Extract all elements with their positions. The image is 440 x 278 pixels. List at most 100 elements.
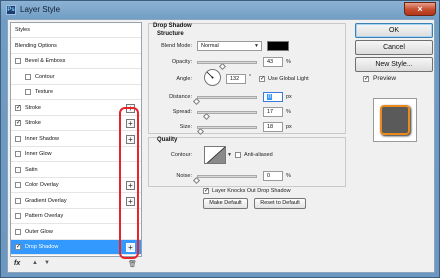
- size-label: Size:: [179, 124, 192, 130]
- move-up-icon[interactable]: ▲: [32, 260, 38, 266]
- style-item-checkbox[interactable]: [15, 151, 21, 157]
- use-global-light-checkbox[interactable]: ✓: [259, 76, 265, 82]
- style-item-checkbox[interactable]: [15, 166, 21, 173]
- blend-mode-select[interactable]: Normal ▼: [197, 41, 262, 51]
- cancel-button[interactable]: Cancel: [355, 40, 433, 55]
- shadow-color-swatch[interactable]: [267, 41, 289, 51]
- preview-checkbox[interactable]: ✓: [363, 76, 369, 82]
- style-item-label: Blending Options: [15, 42, 57, 49]
- style-item-label: Styles: [15, 27, 30, 33]
- noise-input[interactable]: 0: [263, 171, 283, 181]
- checkmark-icon: ✓: [204, 188, 210, 194]
- drop-shadow-group: Drop Shadow Structure Blend Mode: Normal…: [148, 23, 346, 136]
- angle-unit: °: [249, 74, 252, 80]
- make-default-button[interactable]: Make Default: [203, 198, 248, 209]
- style-item-label: Color Overlay: [25, 182, 59, 188]
- distance-value: 0: [267, 94, 273, 100]
- styles-list-toolbar: fx ▲ ▼ 🗑: [10, 258, 142, 272]
- photoshop-app-icon: Ps: [6, 5, 16, 15]
- window-title: Layer Style: [20, 5, 61, 14]
- preview-swatch: [380, 105, 410, 135]
- style-item-contour[interactable]: Contour: [11, 70, 141, 85]
- distance-label: Distance:: [169, 94, 192, 100]
- ok-button[interactable]: OK: [355, 23, 433, 38]
- spread-label: Spread:: [172, 109, 192, 115]
- style-item-checkbox[interactable]: [15, 135, 21, 142]
- style-item-bevel-emboss[interactable]: Bevel & Emboss: [11, 54, 141, 69]
- dialog-client-area: Styles Blending Options Bevel & Emboss Cont…: [7, 19, 435, 273]
- size-input[interactable]: 18: [263, 122, 283, 132]
- spread-unit: %: [286, 109, 291, 115]
- size-slider-thumb[interactable]: [197, 127, 205, 136]
- angle-input[interactable]: 132: [226, 74, 246, 84]
- noise-slider-track[interactable]: [197, 175, 257, 178]
- style-item-checkbox[interactable]: ✓: [15, 120, 21, 126]
- use-global-light-label: Use Global Light: [268, 76, 309, 82]
- style-item-label: Stroke: [25, 120, 41, 126]
- reset-to-default-button[interactable]: Reset to Default: [254, 198, 306, 209]
- style-item-label: Bevel & Emboss: [25, 58, 66, 64]
- opacity-unit: %: [286, 59, 291, 65]
- contour-dropdown-arrow-icon[interactable]: ▼: [227, 152, 232, 158]
- distance-unit: px: [286, 94, 292, 100]
- trash-icon[interactable]: 🗑: [128, 260, 137, 268]
- angle-label: Angle:: [176, 76, 192, 82]
- distance-slider-track[interactable]: [197, 96, 257, 99]
- checkmark-icon: ✓: [16, 104, 22, 111]
- opacity-label: Opacity:: [171, 59, 192, 65]
- style-item-label: Satin: [25, 166, 38, 173]
- preview-label: Preview: [373, 75, 397, 82]
- distance-slider-thumb[interactable]: [192, 97, 201, 106]
- angle-dial-needle: [206, 71, 214, 79]
- layer-knocks-out-checkbox[interactable]: ✓: [203, 188, 209, 194]
- style-item-checkbox[interactable]: ✓: [15, 244, 21, 250]
- style-item-styles[interactable]: Styles: [11, 23, 141, 38]
- opacity-input[interactable]: 43: [263, 57, 283, 67]
- style-item-blending-options[interactable]: Blending Options: [11, 39, 141, 54]
- drop-shadow-title: Drop Shadow: [153, 23, 192, 29]
- style-item-checkbox[interactable]: ✓: [15, 104, 22, 111]
- style-item-label: Gradient Overlay: [25, 197, 67, 204]
- highlight-annotation: [119, 107, 139, 259]
- noise-unit: %: [286, 173, 291, 179]
- contour-curve-icon: [206, 147, 225, 163]
- checkmark-icon: ✓: [16, 120, 22, 126]
- style-item-label: Contour: [35, 73, 55, 80]
- spread-slider-thumb[interactable]: [203, 112, 211, 121]
- quality-title: Quality: [157, 137, 178, 143]
- opacity-slider-track[interactable]: [197, 61, 257, 64]
- size-slider-track[interactable]: [197, 126, 257, 129]
- style-item-checkbox[interactable]: [25, 89, 31, 95]
- structure-title: Structure: [157, 31, 184, 37]
- title-bar[interactable]: Ps Layer Style ×: [1, 1, 439, 19]
- style-item-checkbox[interactable]: [15, 197, 21, 204]
- checkmark-icon: ✓: [364, 76, 370, 82]
- style-item-texture[interactable]: Texture: [11, 85, 141, 100]
- style-item-checkbox[interactable]: [15, 58, 21, 64]
- checkmark-icon: ✓: [260, 76, 266, 82]
- close-button[interactable]: ×: [404, 2, 436, 16]
- blend-mode-label: Blend Mode:: [161, 43, 192, 49]
- style-item-checkbox[interactable]: [15, 228, 21, 235]
- move-down-icon[interactable]: ▼: [44, 260, 50, 266]
- style-item-checkbox[interactable]: [15, 213, 21, 219]
- distance-input[interactable]: 0: [263, 92, 283, 102]
- new-style-button[interactable]: New Style...: [355, 57, 433, 72]
- style-item-checkbox[interactable]: [25, 73, 31, 80]
- anti-aliased-checkbox[interactable]: [235, 152, 241, 158]
- size-unit: px: [286, 124, 292, 130]
- checkmark-icon: ✓: [16, 244, 22, 250]
- style-item-label: Drop Shadow: [25, 244, 59, 250]
- style-item-label: Inner Shadow: [25, 135, 59, 142]
- anti-aliased-label: Anti-aliased: [244, 152, 273, 158]
- layer-knocks-out-label: Layer Knocks Out Drop Shadow: [212, 188, 291, 194]
- spread-input[interactable]: 17: [263, 107, 283, 117]
- contour-picker[interactable]: [204, 146, 226, 164]
- style-item-label: Outer Glow: [25, 228, 53, 235]
- style-item-checkbox[interactable]: [15, 182, 21, 188]
- noise-slider-thumb[interactable]: [192, 176, 201, 185]
- fx-icon[interactable]: fx: [14, 260, 20, 267]
- style-item-label: Inner Glow: [25, 151, 52, 157]
- style-item-label: Stroke: [25, 104, 41, 111]
- angle-dial[interactable]: [204, 69, 221, 86]
